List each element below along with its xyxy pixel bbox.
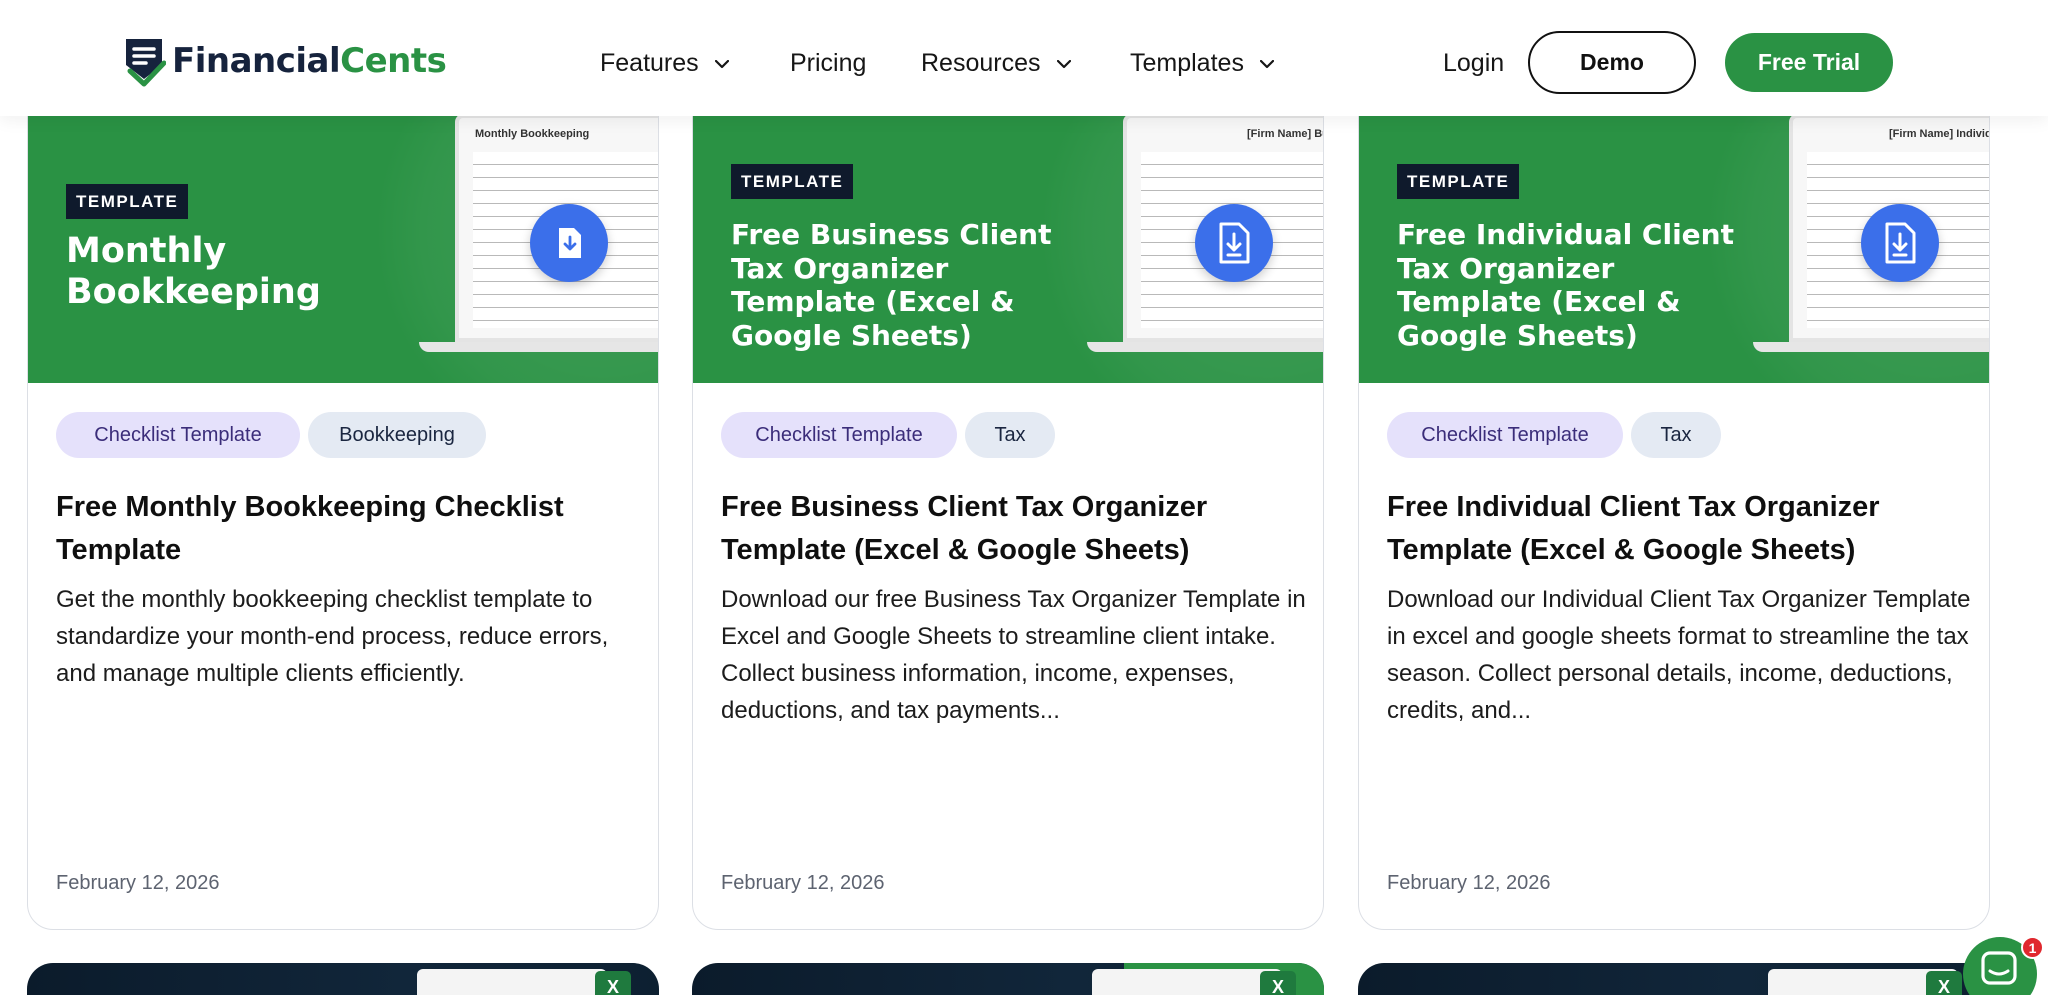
template-card-partial[interactable]: X xyxy=(27,963,659,995)
download-file-glyph xyxy=(1219,222,1250,264)
nav-pricing-label: Pricing xyxy=(790,48,867,77)
banner-title-line: Free Business Client xyxy=(731,218,1052,251)
chat-notification-badge: 1 xyxy=(2021,936,2044,959)
laptop-base xyxy=(1753,342,1989,352)
card-title[interactable]: Free Monthly Bookkeeping Checklist Templ… xyxy=(56,486,636,572)
sheet-heading: [Firm Name] Business xyxy=(1247,128,1323,140)
template-card[interactable]: TEMPLATE Monthly Bookkeeping Monthly Boo… xyxy=(27,80,659,930)
tag-checklist-template[interactable]: Checklist Template xyxy=(1387,412,1623,458)
chevron-down-icon xyxy=(1259,59,1274,68)
tag-bookkeeping[interactable]: Bookkeeping xyxy=(308,412,486,458)
download-file-icon xyxy=(530,204,608,282)
download-file-icon xyxy=(1861,204,1939,282)
chevron-down-icon xyxy=(714,59,729,68)
nav-templates[interactable]: Templates xyxy=(1130,0,1274,126)
card-date: February 12, 2026 xyxy=(721,872,885,894)
card-banner: TEMPLATE Free Business Client Tax Organi… xyxy=(693,81,1323,383)
banner-title-line: Free Individual Client xyxy=(1397,218,1734,251)
download-file-glyph xyxy=(559,228,581,258)
excel-icon: X xyxy=(595,971,631,995)
card-description: Get the monthly bookkeeping checklist te… xyxy=(56,586,609,687)
excel-icon: X xyxy=(1260,971,1296,995)
login-link[interactable]: Login xyxy=(1443,0,1504,126)
laptop-mockup: [Firm Name] Business xyxy=(1087,114,1323,374)
banner-title-line: Template (Excel & xyxy=(1397,285,1681,318)
banner-title: Free Business Client Tax Organizer Templ… xyxy=(731,218,1051,352)
download-file-glyph xyxy=(1885,222,1916,264)
tag-tax[interactable]: Tax xyxy=(965,412,1055,458)
laptop-base xyxy=(1087,342,1323,352)
card-banner: TEMPLATE Monthly Bookkeeping Monthly Boo… xyxy=(28,81,658,383)
card-date: February 12, 2026 xyxy=(56,872,220,894)
logo-wordmark: FinancialCents xyxy=(172,41,447,81)
excel-icon: X xyxy=(1926,971,1962,995)
banner-tag: TEMPLATE xyxy=(1397,164,1520,199)
spreadsheet-preview xyxy=(417,969,607,995)
tag-tax[interactable]: Tax xyxy=(1631,412,1721,458)
demo-button[interactable]: Demo xyxy=(1528,31,1696,94)
chevron-down-icon xyxy=(1056,59,1071,68)
nav-templates-label: Templates xyxy=(1130,48,1244,77)
tag-checklist-template[interactable]: Checklist Template xyxy=(56,412,300,458)
nav-resources-label: Resources xyxy=(921,48,1041,77)
template-card[interactable]: TEMPLATE Free Individual Client Tax Orga… xyxy=(1358,80,1990,930)
tag-checklist-template[interactable]: Checklist Template xyxy=(721,412,957,458)
banner-title-line: Monthly xyxy=(66,231,227,271)
card-date: February 12, 2026 xyxy=(1387,872,1551,894)
banner-title: Free Individual Client Tax Organizer Tem… xyxy=(1397,218,1734,352)
free-trial-button[interactable]: Free Trial xyxy=(1725,33,1893,92)
financialcents-logo[interactable]: FinancialCents xyxy=(122,34,447,88)
banner-title-line: Bookkeeping xyxy=(66,272,321,312)
download-file-icon xyxy=(1195,204,1273,282)
template-card-partial[interactable]: X xyxy=(692,963,1324,995)
site-header: FinancialCents Features Pricing Resource… xyxy=(0,0,2048,116)
nav-features[interactable]: Features xyxy=(600,0,729,126)
template-card-partial[interactable]: X xyxy=(1358,963,1990,995)
card-banner: TEMPLATE Free Individual Client Tax Orga… xyxy=(1359,81,1989,383)
banner-title-line: Google Sheets) xyxy=(1397,318,1638,352)
logo-mark-icon xyxy=(126,39,166,87)
card-title[interactable]: Free Business Client Tax Organizer Templ… xyxy=(721,486,1301,572)
banner-title-line: Tax Organizer xyxy=(731,251,949,285)
banner-tag: TEMPLATE xyxy=(731,164,854,199)
sheet-heading: Monthly Bookkeeping xyxy=(475,128,590,140)
laptop-base xyxy=(419,342,658,352)
nav-features-label: Features xyxy=(600,48,699,77)
banner-title-line: Tax Organizer xyxy=(1397,251,1615,285)
card-title[interactable]: Free Individual Client Tax Organizer Tem… xyxy=(1387,486,1967,572)
banner-tag: TEMPLATE xyxy=(66,184,189,219)
banner-title-line: Google Sheets) xyxy=(731,318,972,352)
laptop-mockup: [Firm Name] Individual Client xyxy=(1753,114,1989,374)
spreadsheet-preview xyxy=(1092,969,1282,995)
sheet-heading: [Firm Name] Individual Client xyxy=(1889,128,1989,140)
laptop-mockup: Monthly Bookkeeping xyxy=(419,114,658,374)
banner-title-line: Template (Excel & xyxy=(731,285,1015,318)
card-description: Download our free Business Tax Organizer… xyxy=(721,586,1306,724)
card-description: Download our Individual Client Tax Organ… xyxy=(1387,586,1971,724)
nav-resources[interactable]: Resources xyxy=(921,0,1071,126)
nav-pricing[interactable]: Pricing xyxy=(790,0,866,126)
banner-title: Monthly Bookkeeping xyxy=(66,231,321,313)
template-card[interactable]: TEMPLATE Free Business Client Tax Organi… xyxy=(692,80,1324,930)
